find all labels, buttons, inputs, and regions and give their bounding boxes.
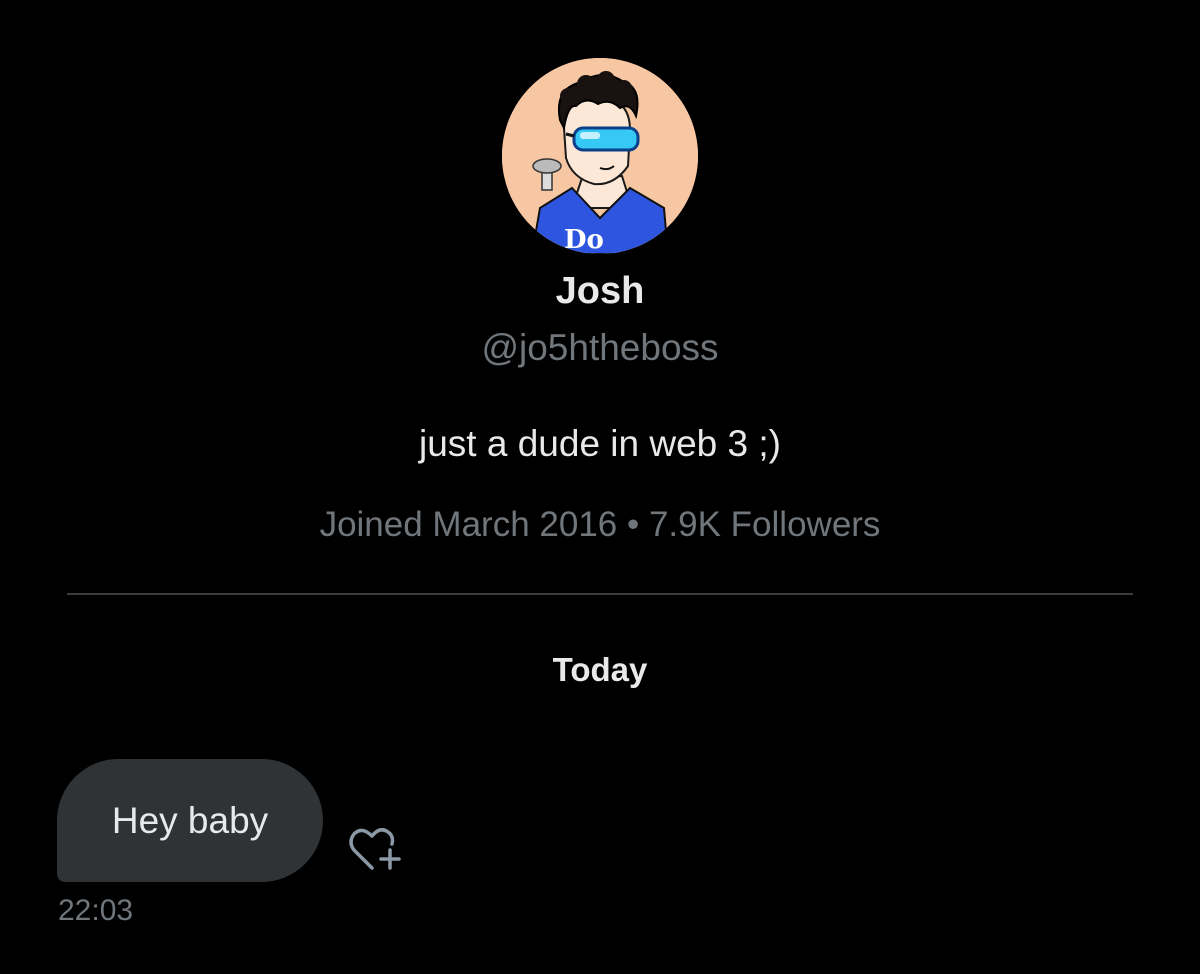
heart-plus-icon (349, 828, 401, 870)
avatar-illustration: Do (502, 58, 698, 254)
message-timestamp: 22:03 (58, 894, 134, 927)
profile-meta: Joined March 2016 • 7.9K Followers (319, 505, 881, 544)
message-bubble[interactable]: Hey baby (57, 759, 323, 882)
message-text: Hey baby (111, 799, 269, 841)
divider (67, 593, 1133, 595)
shirt-logo: Do (564, 225, 604, 254)
avatar[interactable]: Do (502, 58, 698, 254)
display-name[interactable]: Josh (0, 268, 1200, 314)
profile-bio: just a dude in web 3 ;) (419, 423, 781, 464)
username-handle[interactable]: @jo5htheboss (0, 326, 1200, 370)
date-separator: Today (552, 651, 648, 688)
add-reaction-button[interactable] (346, 824, 410, 874)
dm-conversation-screen: Do Josh @jo5htheboss just a dude in web … (0, 0, 1200, 974)
